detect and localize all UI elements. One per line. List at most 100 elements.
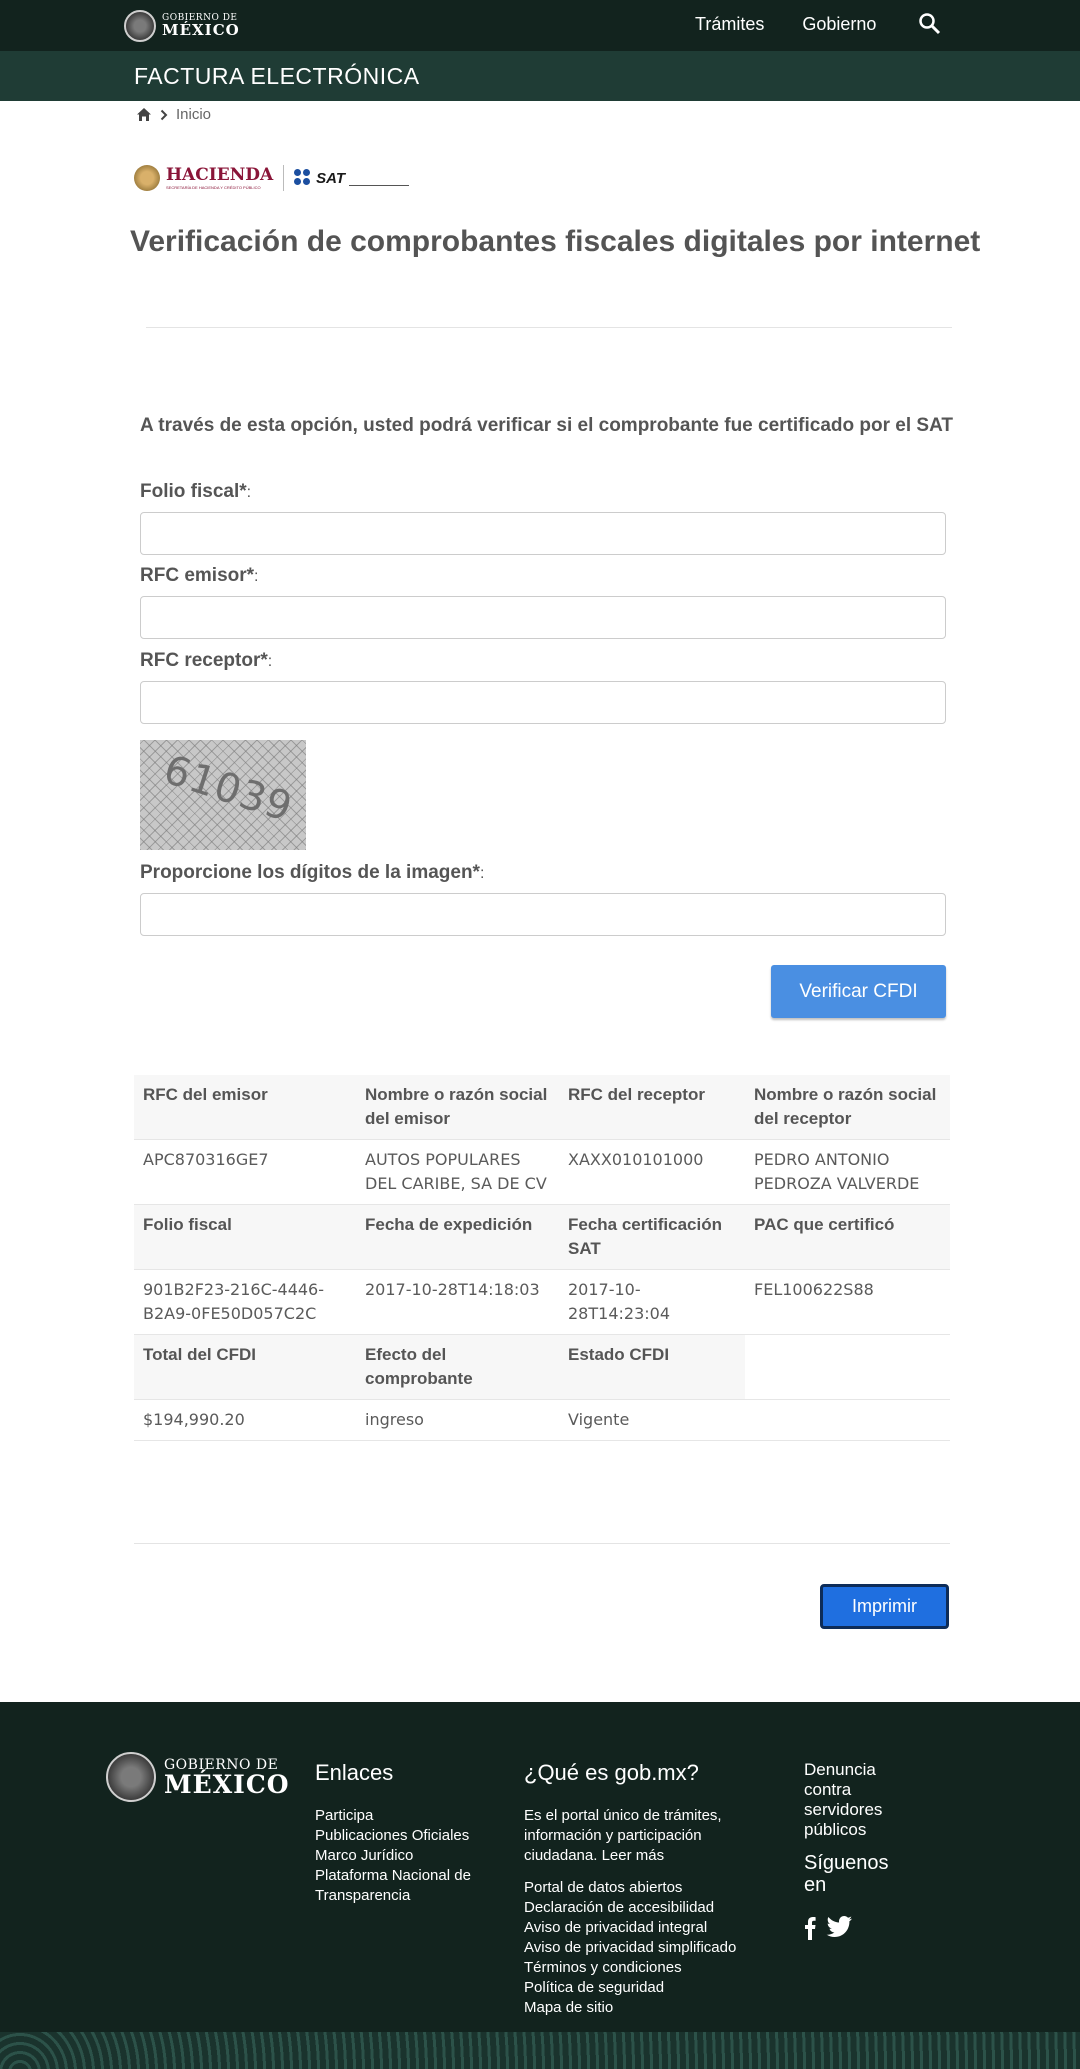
twitter-icon[interactable] — [826, 1916, 852, 1945]
home-icon[interactable] — [136, 107, 152, 122]
link-publicaciones[interactable]: Publicaciones Oficiales — [315, 1826, 515, 1846]
table-header-row: Folio fiscal Fecha de expedición Fecha c… — [134, 1204, 950, 1270]
rfc-receptor-label-text: RFC receptor* — [140, 650, 268, 671]
rfc-receptor-input[interactable] — [140, 681, 946, 724]
footer-enlaces: Enlaces Participa Publicaciones Oficiale… — [315, 1760, 515, 1906]
value-estado: Vigente — [559, 1399, 745, 1441]
link-privacidad-simplificado[interactable]: Aviso de privacidad simplificado — [524, 1938, 774, 1958]
rfc-emisor-input[interactable] — [140, 596, 946, 639]
value-pac: FEL100622S88 — [745, 1269, 950, 1335]
link-datos-abiertos[interactable]: Portal de datos abiertos — [524, 1878, 774, 1898]
nav-tramites[interactable]: Trámites — [695, 14, 764, 35]
breadcrumb: Inicio — [136, 106, 211, 123]
header-rfc-receptor: RFC del receptor — [559, 1075, 745, 1140]
top-navbar: GOBIERNO DE MÉXICO Trámites Gobierno — [0, 0, 1080, 51]
footer-pattern — [0, 2032, 1080, 2069]
value-nombre-emisor: AUTOS POPULARES DEL CARIBE, SA DE CV — [356, 1139, 559, 1205]
rfc-emisor-label: RFC emisor*: — [140, 565, 258, 587]
chevron-right-icon — [160, 109, 168, 120]
mexico-emblem-icon — [124, 10, 156, 42]
link-privacidad-integral[interactable]: Aviso de privacidad integral — [524, 1918, 774, 1938]
hacienda-seal-icon — [134, 165, 160, 191]
link-terminos[interactable]: Términos y condiciones — [524, 1958, 774, 1978]
table-row: APC870316GE7 AUTOS POPULARES DEL CARIBE,… — [134, 1139, 950, 1205]
footer: GOBIERNO DE MÉXICO Enlaces Participa Pub… — [0, 1702, 1080, 2032]
divider — [146, 327, 952, 328]
link-transparencia[interactable]: Plataforma Nacional de Transparencia — [315, 1866, 515, 1906]
page-title: Verificación de comprobantes fiscales di… — [130, 225, 981, 258]
sat-name: SAT — [316, 169, 346, 187]
logo-divider — [283, 165, 285, 191]
label-colon: : — [267, 653, 273, 670]
link-marco-juridico[interactable]: Marco Jurídico — [315, 1846, 515, 1866]
value-fecha-certificacion: 2017-10-28T14:23:04 — [559, 1269, 745, 1335]
mexico-emblem-icon — [106, 1752, 156, 1802]
table-header-row: RFC del emisor Nombre o razón social del… — [134, 1075, 950, 1140]
link-mapa-sitio[interactable]: Mapa de sitio — [524, 1998, 774, 2018]
gobierno-mexico-logo[interactable]: GOBIERNO DE MÉXICO — [124, 10, 240, 42]
header-rfc-emisor: RFC del emisor — [134, 1075, 356, 1140]
hacienda-logo: HACIENDA SECRETARÍA DE HACIENDA Y CRÉDIT… — [134, 165, 273, 191]
captcha-input[interactable] — [140, 893, 946, 936]
header-total: Total del CFDI — [134, 1334, 356, 1400]
value-rfc-emisor: APC870316GE7 — [134, 1139, 356, 1205]
header-fecha-certificacion: Fecha certificación SAT — [559, 1204, 745, 1270]
nav-gobierno[interactable]: Gobierno — [802, 14, 876, 35]
captcha-label-text: Proporcione los dígitos de la imagen* — [140, 862, 480, 883]
siguenos-title: Síguenos en — [804, 1852, 889, 1896]
captcha-image: 61039 — [140, 740, 306, 850]
label-colon: : — [479, 865, 485, 882]
divider — [134, 1543, 950, 1544]
label-colon: : — [254, 568, 259, 585]
value-nombre-receptor: PEDRO ANTONIO PEDROZA VALVERDE — [745, 1139, 950, 1205]
institution-logos: HACIENDA SECRETARÍA DE HACIENDA Y CRÉDIT… — [134, 165, 410, 191]
social-links — [804, 1916, 914, 1945]
header-folio-fiscal: Folio fiscal — [134, 1204, 356, 1270]
logo-line2: MÉXICO — [162, 21, 240, 39]
verify-cfdi-button[interactable]: Verificar CFDI — [771, 965, 946, 1018]
que-es-text: Es el portal único de trámites, informac… — [524, 1807, 722, 1864]
link-participa[interactable]: Participa — [315, 1806, 515, 1826]
table-row: $194,990.20 ingreso Vigente — [134, 1399, 950, 1441]
intro-text: A través de esta opción, usted podrá ver… — [140, 415, 953, 436]
value-folio-fiscal: 901B2F23-216C-4446-B2A9-0FE50D057C2C — [134, 1269, 356, 1335]
header-nombre-emisor: Nombre o razón social del emisor — [356, 1075, 559, 1140]
hacienda-subtitle: SECRETARÍA DE HACIENDA Y CRÉDITO PÚBLICO — [166, 184, 261, 190]
header-estado: Estado CFDI — [559, 1334, 745, 1400]
breadcrumb-inicio[interactable]: Inicio — [176, 106, 211, 123]
folio-fiscal-input[interactable] — [140, 512, 946, 555]
value-efecto: ingreso — [356, 1399, 559, 1441]
value-rfc-receptor: XAXX010101000 — [559, 1139, 745, 1205]
captcha-digits: 61039 — [158, 746, 299, 832]
link-denuncia[interactable]: Denuncia contra servidores públicos — [804, 1760, 914, 1840]
search-icon[interactable] — [918, 12, 942, 36]
sat-logo: SAT — [294, 169, 410, 187]
section-title: FACTURA ELECTRÓNICA — [134, 63, 420, 89]
que-es-title: ¿Qué es gob.mx? — [524, 1760, 699, 1785]
section-bar: FACTURA ELECTRÓNICA — [0, 51, 1080, 101]
footer-logo[interactable]: GOBIERNO DE MÉXICO — [106, 1752, 290, 1802]
footer-right: Denuncia contra servidores públicos Sígu… — [804, 1760, 914, 1945]
hacienda-name: HACIENDA — [166, 164, 274, 185]
footer-logo-line2: MÉXICO — [164, 1769, 290, 1799]
folio-label: Folio fiscal*: — [140, 481, 251, 503]
table-header-row: Total del CFDI Efecto del comprobante Es… — [134, 1334, 950, 1400]
link-accesibilidad[interactable]: Declaración de accesibilidad — [524, 1898, 774, 1918]
rfc-emisor-label-text: RFC emisor* — [140, 565, 255, 586]
facebook-icon[interactable] — [804, 1916, 816, 1945]
value-total: $194,990.20 — [134, 1399, 356, 1441]
sat-dots-icon — [294, 169, 312, 187]
header-efecto: Efecto del comprobante — [356, 1334, 559, 1400]
print-button[interactable]: Imprimir — [820, 1584, 949, 1629]
footer-que-es: ¿Qué es gob.mx? Es el portal único de tr… — [524, 1760, 774, 2018]
header-fecha-expedicion: Fecha de expedición — [356, 1204, 559, 1270]
value-fecha-expedicion: 2017-10-28T14:18:03 — [356, 1269, 559, 1335]
table-row: 901B2F23-216C-4446-B2A9-0FE50D057C2C 201… — [134, 1269, 950, 1335]
captcha-label: Proporcione los dígitos de la imagen*: — [140, 862, 484, 884]
rfc-receptor-label: RFC receptor*: — [140, 650, 272, 672]
label-colon: : — [246, 484, 252, 501]
header-nombre-receptor: Nombre o razón social del receptor — [745, 1075, 950, 1140]
header-pac: PAC que certificó — [745, 1204, 950, 1270]
folio-label-text: Folio fiscal* — [140, 481, 247, 502]
link-seguridad[interactable]: Política de seguridad — [524, 1978, 774, 1998]
